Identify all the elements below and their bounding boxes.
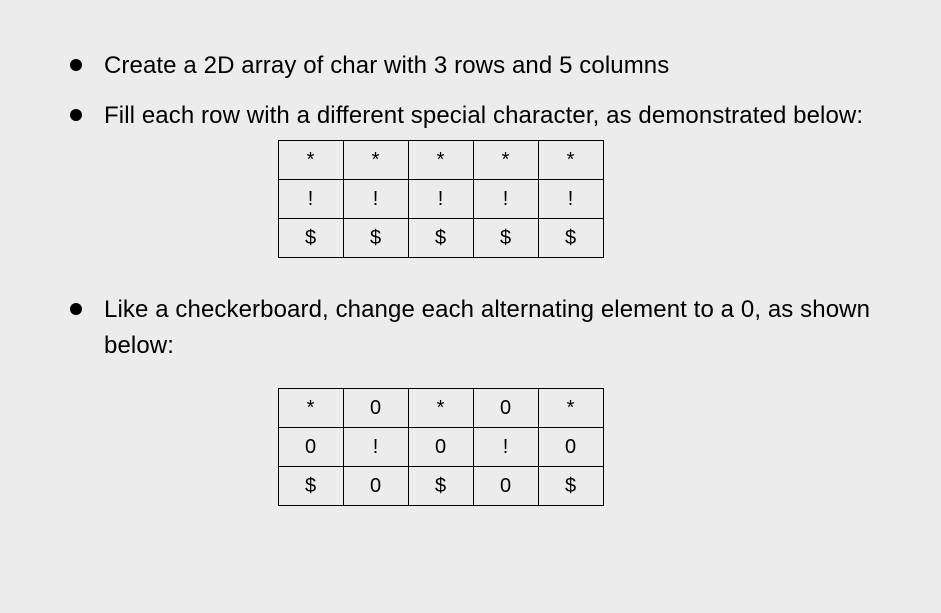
cell: 0 bbox=[473, 389, 538, 428]
cell: ! bbox=[473, 428, 538, 467]
bullet-text-3: Like a checkerboard, change each alterna… bbox=[104, 292, 877, 364]
cell: $ bbox=[538, 219, 603, 258]
cell: $ bbox=[408, 219, 473, 258]
cell: 0 bbox=[343, 389, 408, 428]
cell: 0 bbox=[538, 428, 603, 467]
cell: ! bbox=[408, 180, 473, 219]
cell: * bbox=[408, 141, 473, 180]
cell: ! bbox=[343, 180, 408, 219]
bullet-item-1: Create a 2D array of char with 3 rows an… bbox=[64, 48, 877, 84]
cell: * bbox=[538, 141, 603, 180]
cell: * bbox=[278, 389, 343, 428]
cell: $ bbox=[278, 219, 343, 258]
cell: 0 bbox=[473, 467, 538, 506]
bullet-item-3: Like a checkerboard, change each alterna… bbox=[64, 292, 877, 526]
table-row: ! ! ! ! ! bbox=[278, 180, 603, 219]
cell: ! bbox=[473, 180, 538, 219]
cell: 0 bbox=[343, 467, 408, 506]
cell: $ bbox=[408, 467, 473, 506]
cell: $ bbox=[343, 219, 408, 258]
cell: ! bbox=[343, 428, 408, 467]
bullet-item-2: Fill each row with a different special c… bbox=[64, 98, 877, 278]
cell: 0 bbox=[278, 428, 343, 467]
table-row: $ $ $ $ $ bbox=[278, 219, 603, 258]
cell: * bbox=[538, 389, 603, 428]
cell: * bbox=[343, 141, 408, 180]
table-row: * * * * * bbox=[278, 141, 603, 180]
cell: $ bbox=[278, 467, 343, 506]
table-initial: * * * * * ! ! ! ! ! $ $ $ $ bbox=[278, 140, 604, 258]
table-checkerboard: * 0 * 0 * 0 ! 0 ! 0 $ 0 $ 0 bbox=[278, 388, 604, 506]
cell: 0 bbox=[408, 428, 473, 467]
table-row: 0 ! 0 ! 0 bbox=[278, 428, 603, 467]
cell: ! bbox=[538, 180, 603, 219]
bullet-text-1: Create a 2D array of char with 3 rows an… bbox=[104, 48, 877, 84]
table-row: $ 0 $ 0 $ bbox=[278, 467, 603, 506]
cell: ! bbox=[278, 180, 343, 219]
bullet-text-2: Fill each row with a different special c… bbox=[104, 98, 877, 134]
table-row: * 0 * 0 * bbox=[278, 389, 603, 428]
cell: * bbox=[408, 389, 473, 428]
cell: $ bbox=[473, 219, 538, 258]
cell: $ bbox=[538, 467, 603, 506]
cell: * bbox=[473, 141, 538, 180]
cell: * bbox=[278, 141, 343, 180]
